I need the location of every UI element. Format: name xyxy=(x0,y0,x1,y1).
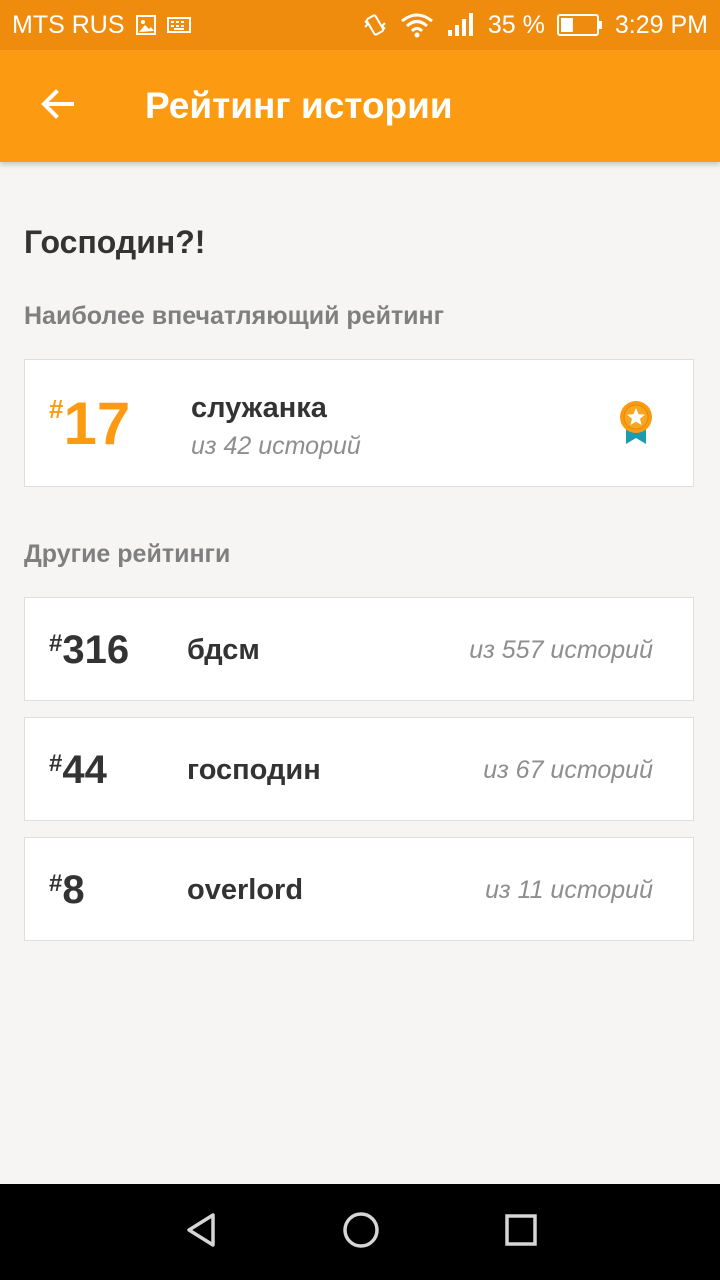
nav-back-button[interactable] xyxy=(177,1208,225,1256)
app-bar: Рейтинг истории xyxy=(0,50,720,162)
rank-hash: # xyxy=(49,870,63,897)
nav-home-button[interactable] xyxy=(337,1208,385,1256)
keyboard-icon xyxy=(166,16,191,34)
row-tag: господин xyxy=(187,754,321,786)
rank-number: 8 xyxy=(62,868,85,912)
ranking-row[interactable]: #44 господин из 67 историй xyxy=(24,717,694,821)
row-count: из 557 историй xyxy=(469,636,653,664)
story-title: Господин?! xyxy=(24,224,206,260)
image-icon xyxy=(135,14,157,36)
back-triangle-icon xyxy=(181,1210,221,1255)
rank-number: 316 xyxy=(62,628,130,672)
row-rank: #8 xyxy=(49,868,85,912)
nav-recents-button[interactable] xyxy=(497,1208,545,1256)
other-rankings-label: Другие рейтинги xyxy=(24,540,231,568)
ranking-row[interactable]: #316 бдсм из 557 историй xyxy=(24,597,694,701)
home-circle-icon xyxy=(341,1210,381,1255)
row-count: из 67 историй xyxy=(483,756,653,784)
back-button[interactable] xyxy=(30,78,86,134)
featured-ranking-card[interactable]: #17 служанка из 42 историй xyxy=(24,359,694,487)
row-count: из 11 историй xyxy=(485,876,653,904)
ranking-content: Господин?! Наиболее впечатляющий рейтинг… xyxy=(0,162,720,1184)
wifi-icon xyxy=(400,12,434,38)
rank-hash: # xyxy=(49,750,63,777)
clock: 3:29 PM xyxy=(614,10,708,39)
carrier-name: MTS RUS xyxy=(12,10,125,39)
featured-rank: #17 xyxy=(49,392,130,456)
battery-icon xyxy=(556,13,603,37)
status-bar: MTS RUS 35 % 3:29 PM xyxy=(0,0,720,50)
row-tag: бдсм xyxy=(187,634,260,666)
arrow-left-icon xyxy=(40,86,76,127)
featured-tag: служанка xyxy=(191,392,327,424)
row-rank: #44 xyxy=(49,748,107,792)
signal-icon xyxy=(446,12,476,38)
system-nav-bar xyxy=(0,1184,720,1280)
recents-square-icon xyxy=(501,1210,541,1255)
award-ribbon-icon xyxy=(617,400,655,446)
ranking-row[interactable]: #8 overlord из 11 историй xyxy=(24,837,694,941)
rank-number: 17 xyxy=(63,390,131,457)
rank-hash: # xyxy=(49,630,63,657)
rank-hash: # xyxy=(49,394,64,424)
row-tag: overlord xyxy=(187,874,304,906)
rank-number: 44 xyxy=(62,748,107,792)
vibrate-icon xyxy=(362,12,388,38)
row-rank: #316 xyxy=(49,628,129,672)
page-title: Рейтинг истории xyxy=(145,85,453,126)
battery-percent: 35 % xyxy=(487,10,545,39)
featured-count: из 42 историй xyxy=(191,432,361,460)
featured-section-label: Наиболее впечатляющий рейтинг xyxy=(24,302,445,330)
